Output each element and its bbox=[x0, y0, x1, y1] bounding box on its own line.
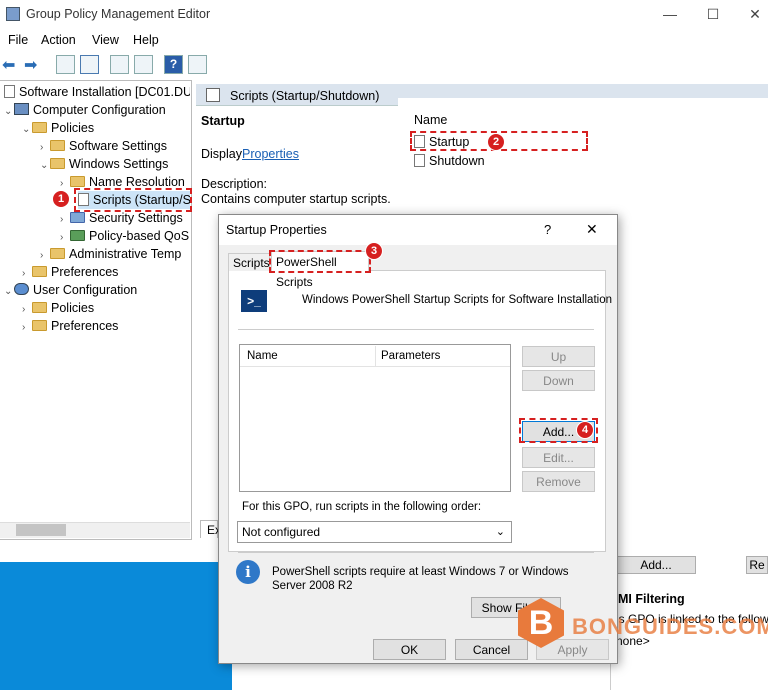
column-name[interactable]: Name bbox=[414, 113, 447, 127]
chevron-right-icon[interactable]: › bbox=[40, 247, 50, 263]
watermark-text: BONGUIDES.COM bbox=[572, 614, 768, 639]
description-text: Contains computer startup scripts. bbox=[201, 192, 391, 206]
export-icon[interactable] bbox=[134, 55, 153, 74]
chevron-right-icon[interactable]: › bbox=[60, 211, 70, 227]
chevron-down-icon[interactable]: ⌄ bbox=[40, 157, 50, 173]
order-select[interactable]: Not configured ⌄ bbox=[237, 521, 512, 543]
chart-icon bbox=[70, 230, 85, 241]
folder-icon bbox=[32, 320, 47, 331]
details-title: Scripts (Startup/Shutdown) bbox=[230, 89, 380, 103]
menu-file[interactable]: File bbox=[8, 33, 28, 47]
properties-link[interactable]: Properties bbox=[242, 147, 299, 161]
chevron-right-icon[interactable]: › bbox=[60, 175, 70, 191]
tree-security-settings[interactable]: › Security Settings bbox=[60, 209, 190, 227]
wmi-filtering-title: MI Filtering bbox=[618, 592, 685, 606]
tree-user-config[interactable]: ⌄ User Configuration bbox=[4, 281, 190, 299]
ok-button[interactable]: OK bbox=[373, 639, 446, 660]
column-header-name[interactable]: Name bbox=[247, 350, 278, 362]
powershell-icon: >_ bbox=[241, 290, 267, 312]
edit-button[interactable]: Edit... bbox=[522, 447, 595, 468]
view-icon[interactable] bbox=[188, 55, 207, 74]
tree-user-policies[interactable]: › Policies bbox=[22, 299, 190, 317]
dialog-title: Startup Properties bbox=[226, 223, 327, 237]
help-icon[interactable]: ? bbox=[164, 55, 183, 74]
user-icon bbox=[14, 283, 29, 295]
menu-view[interactable]: View bbox=[92, 33, 119, 47]
chevron-right-icon[interactable]: › bbox=[60, 229, 70, 245]
chevron-down-icon: ⌄ bbox=[495, 526, 505, 538]
menu-help[interactable]: Help bbox=[133, 33, 159, 47]
tree-policies[interactable]: ⌄ Policies bbox=[22, 119, 190, 137]
tree-user-preferences[interactable]: › Preferences bbox=[22, 317, 190, 335]
chevron-down-icon[interactable]: ⌄ bbox=[4, 103, 14, 119]
maximize-icon[interactable]: ☐ bbox=[703, 6, 723, 23]
annotation-box-3 bbox=[269, 250, 371, 273]
dialog-help-icon[interactable]: ? bbox=[544, 222, 551, 237]
folder-icon bbox=[50, 140, 65, 151]
tab-extended[interactable]: Ex bbox=[200, 520, 221, 538]
down-button[interactable]: Down bbox=[522, 370, 595, 391]
tab-scripts[interactable]: Scripts bbox=[228, 253, 270, 271]
menu-action[interactable]: Action bbox=[41, 33, 76, 47]
dialog-close-icon[interactable]: ✕ bbox=[586, 221, 598, 238]
column-header-parameters[interactable]: Parameters bbox=[381, 350, 440, 362]
chevron-down-icon[interactable]: ⌄ bbox=[4, 283, 14, 299]
shield-icon bbox=[70, 212, 85, 223]
dialog-heading: Windows PowerShell Startup Scripts for S… bbox=[302, 294, 612, 306]
section-title: Startup bbox=[201, 114, 245, 128]
script-icon bbox=[206, 88, 220, 102]
step-badge-4: 4 bbox=[576, 421, 594, 439]
close-icon[interactable]: ✕ bbox=[745, 6, 765, 23]
properties-icon[interactable] bbox=[110, 55, 129, 74]
folder-icon bbox=[32, 266, 47, 277]
step-badge-1: 1 bbox=[52, 190, 70, 208]
tree-software-settings[interactable]: › Software Settings bbox=[40, 137, 190, 155]
bottom-remove-button[interactable]: Re bbox=[746, 556, 768, 574]
info-icon: i bbox=[236, 560, 260, 584]
display-label: Display bbox=[201, 147, 242, 161]
tree-computer-config[interactable]: ⌄ Computer Configuration bbox=[4, 101, 190, 119]
desktop-background bbox=[0, 562, 232, 690]
column-divider bbox=[375, 346, 376, 366]
folder-icon bbox=[32, 302, 47, 313]
list-item-shutdown[interactable]: Shutdown bbox=[414, 154, 485, 168]
scrollbar-thumb[interactable] bbox=[16, 524, 66, 536]
tree-root[interactable]: Software Installation [DC01.DUY bbox=[4, 83, 190, 101]
info-text: PowerShell scripts require at least Wind… bbox=[272, 566, 569, 592]
folder-icon bbox=[70, 176, 85, 187]
app-icon bbox=[6, 7, 20, 21]
window-title: Group Policy Management Editor bbox=[26, 7, 211, 21]
forward-arrow-icon[interactable]: ➡ bbox=[24, 55, 37, 75]
chevron-right-icon[interactable]: › bbox=[22, 319, 32, 335]
tree-preferences[interactable]: › Preferences bbox=[22, 263, 190, 281]
folder-icon bbox=[32, 122, 47, 133]
chevron-right-icon[interactable]: › bbox=[22, 265, 32, 281]
description-label: Description: bbox=[201, 177, 267, 191]
tree-windows-settings[interactable]: ⌄ Windows Settings bbox=[40, 155, 190, 173]
bottom-add-button[interactable]: Add... bbox=[616, 556, 696, 574]
chevron-right-icon[interactable]: › bbox=[40, 139, 50, 155]
computer-icon bbox=[14, 103, 29, 115]
chevron-down-icon[interactable]: ⌄ bbox=[22, 121, 32, 137]
separator bbox=[238, 329, 594, 330]
back-arrow-icon[interactable]: ⬅ bbox=[2, 55, 15, 75]
tree-admin-templates[interactable]: › Administrative Temp bbox=[40, 245, 190, 263]
tree-qos[interactable]: › Policy-based QoS bbox=[60, 227, 190, 245]
order-label: For this GPO, run scripts in the followi… bbox=[242, 501, 482, 513]
up-button[interactable]: Up bbox=[522, 346, 595, 367]
script-icon bbox=[414, 154, 425, 167]
chevron-right-icon[interactable]: › bbox=[22, 301, 32, 317]
cancel-button[interactable]: Cancel bbox=[455, 639, 528, 660]
folder-icon bbox=[50, 158, 65, 169]
folder-icon bbox=[50, 248, 65, 259]
step-badge-3: 3 bbox=[365, 242, 383, 260]
step-badge-2: 2 bbox=[487, 133, 505, 151]
up-folder-icon[interactable] bbox=[56, 55, 75, 74]
minimize-icon[interactable]: — bbox=[660, 6, 680, 22]
separator bbox=[238, 552, 594, 553]
gpo-icon bbox=[4, 85, 15, 98]
remove-button[interactable]: Remove bbox=[522, 471, 595, 492]
show-tree-icon[interactable] bbox=[80, 55, 99, 74]
